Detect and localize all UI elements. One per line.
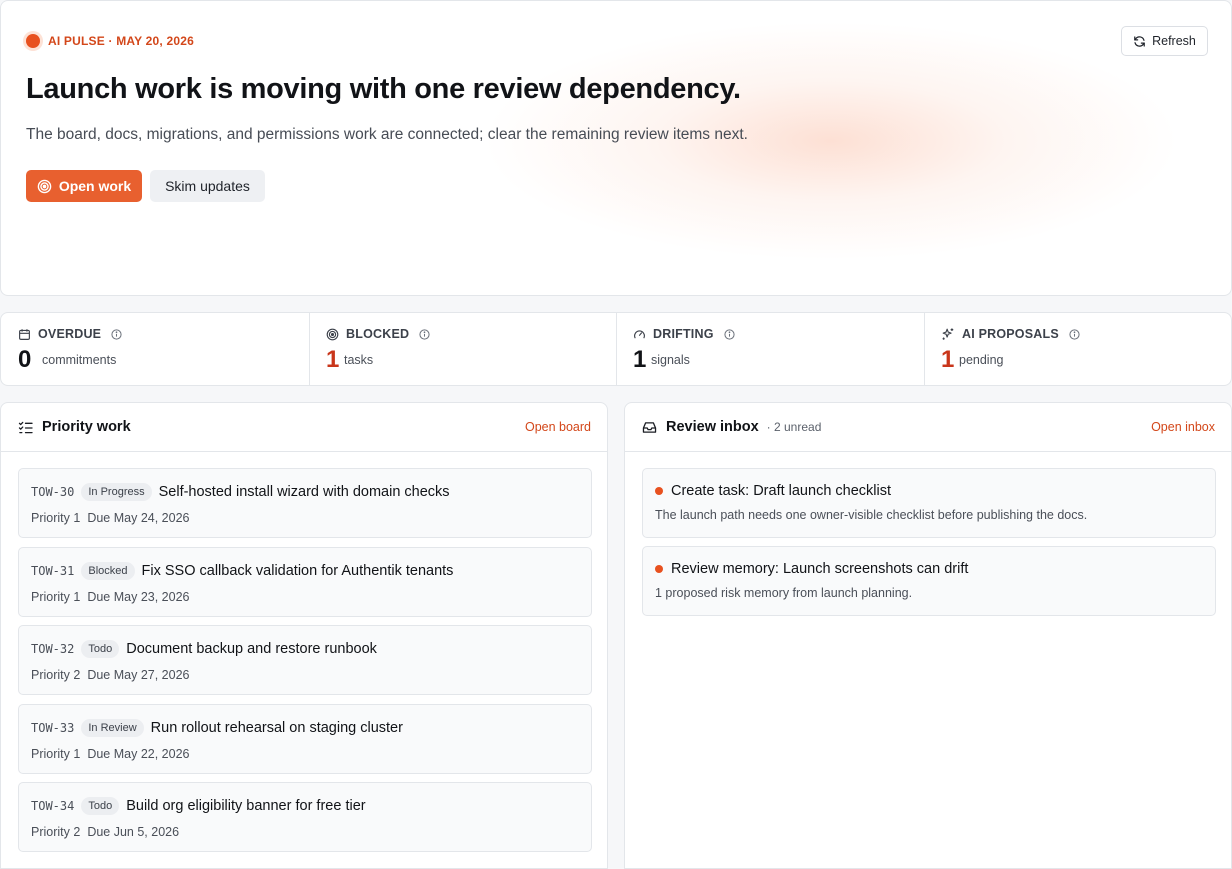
task-card[interactable]: TOW-32 Todo Document backup and restore … (18, 625, 592, 695)
task-title: Run rollout rehearsal on staging cluster (150, 720, 403, 736)
task-priority: Priority 1 (31, 511, 81, 525)
status-badge: Todo (81, 797, 120, 815)
panel-header: Review inbox · 2 unread Open inbox (625, 403, 1231, 452)
panel-header: Priority work Open board (1, 403, 607, 452)
pulse-dot-icon (26, 34, 40, 48)
stats-strip: OVERDUE 0 commitments BLOCKED 1 tasks DR… (0, 312, 1232, 386)
task-card[interactable]: TOW-33 In Review Run rollout rehearsal o… (18, 704, 592, 774)
info-icon[interactable] (1069, 328, 1080, 340)
task-id: TOW-30 (31, 485, 75, 499)
panel-title: Priority work (42, 419, 131, 435)
task-id: TOW-34 (31, 799, 75, 813)
task-priority: Priority 1 (31, 590, 81, 604)
task-card[interactable]: TOW-30 In Progress Self-hosted install w… (18, 468, 592, 538)
task-due: Due May 24, 2026 (87, 511, 190, 525)
inbox-icon (642, 421, 657, 433)
target-icon (326, 328, 339, 340)
task-title: Build org eligibility banner for free ti… (126, 798, 366, 814)
hero-subtitle: The board, docs, migrations, and permiss… (26, 126, 748, 143)
task-id: TOW-31 (31, 564, 75, 578)
sparkles-icon (942, 328, 954, 340)
inbox-item-title: Review memory: Launch screenshots can dr… (671, 561, 969, 577)
stat-overdue[interactable]: OVERDUE 0 commitments (1, 313, 309, 385)
status-badge: Blocked (81, 562, 135, 580)
inbox-item-description: 1 proposed risk memory from launch plann… (655, 586, 913, 600)
open-work-label: Open work (58, 178, 132, 194)
stat-value: 1 (941, 346, 955, 373)
inbox-item-title: Create task: Draft launch checklist (671, 483, 892, 499)
pulse-header: AI PULSE · MAY 20, 2026 (26, 34, 194, 48)
review-inbox-panel: Review inbox · 2 unread Open inbox Creat… (624, 402, 1232, 869)
skim-updates-label: Skim updates (165, 178, 250, 194)
open-work-button[interactable]: Open work (26, 170, 142, 202)
pulse-label: AI PULSE · MAY 20, 2026 (48, 34, 194, 48)
open-inbox-link[interactable]: Open inbox (1151, 420, 1215, 434)
stat-value: 1 (326, 346, 340, 373)
info-icon[interactable] (419, 328, 430, 340)
refresh-icon (1134, 35, 1145, 47)
pulse-hero-card: AI PULSE · MAY 20, 2026 Launch work is m… (0, 0, 1232, 296)
target-icon (37, 179, 52, 193)
checklist-icon (18, 421, 33, 433)
task-priority: Priority 1 (31, 747, 81, 761)
stat-ai-proposals[interactable]: AI PROPOSALS 1 pending (924, 313, 1231, 385)
open-board-link[interactable]: Open board (525, 420, 591, 434)
refresh-button[interactable]: Refresh (1121, 26, 1208, 56)
status-badge: Todo (81, 640, 120, 658)
stat-unit: commitments (42, 353, 117, 367)
info-icon[interactable] (111, 328, 122, 340)
task-due: Due Jun 5, 2026 (87, 825, 180, 839)
priority-work-panel: Priority work Open board TOW-30 In Progr… (0, 402, 608, 869)
task-title: Document backup and restore runbook (126, 641, 377, 657)
gauge-icon (634, 329, 645, 338)
stat-blocked[interactable]: BLOCKED 1 tasks (309, 313, 617, 385)
unread-dot-icon (655, 565, 663, 573)
stat-label: BLOCKED (346, 327, 410, 341)
task-card[interactable]: TOW-31 Blocked Fix SSO callback validati… (18, 547, 592, 617)
stat-unit: pending (959, 353, 1004, 367)
unread-count: · 2 unread (766, 420, 822, 434)
panel-title: Review inbox (666, 419, 759, 435)
info-icon[interactable] (724, 328, 735, 340)
stat-label: AI PROPOSALS (962, 327, 1059, 341)
task-priority: Priority 2 (31, 668, 81, 682)
calendar-icon (19, 328, 30, 340)
status-badge: In Review (81, 719, 144, 737)
stat-label: OVERDUE (38, 327, 102, 341)
inbox-item-description: The launch path needs one owner-visible … (655, 508, 1088, 522)
stat-label: DRIFTING (653, 327, 714, 341)
task-due: Due May 27, 2026 (87, 668, 190, 682)
unread-dot-icon (655, 487, 663, 495)
task-title: Fix SSO callback validation for Authenti… (141, 563, 454, 579)
skim-updates-button[interactable]: Skim updates (150, 170, 265, 202)
status-badge: In Progress (81, 483, 152, 501)
hero-title: Launch work is moving with one review de… (26, 73, 741, 105)
refresh-label: Refresh (1152, 34, 1196, 48)
task-due: Due May 23, 2026 (87, 590, 190, 604)
task-title: Self-hosted install wizard with domain c… (158, 484, 450, 500)
inbox-item[interactable]: Review memory: Launch screenshots can dr… (642, 546, 1216, 616)
task-due: Due May 22, 2026 (87, 747, 190, 761)
task-priority: Priority 2 (31, 825, 81, 839)
stat-unit: signals (651, 353, 690, 367)
stat-value: 1 (633, 346, 647, 373)
inbox-item[interactable]: Create task: Draft launch checklist The … (642, 468, 1216, 538)
task-card[interactable]: TOW-34 Todo Build org eligibility banner… (18, 782, 592, 852)
stat-unit: tasks (344, 353, 374, 367)
stat-value: 0 (18, 346, 32, 373)
task-id: TOW-32 (31, 642, 75, 656)
stat-drifting[interactable]: DRIFTING 1 signals (616, 313, 924, 385)
task-id: TOW-33 (31, 721, 75, 735)
